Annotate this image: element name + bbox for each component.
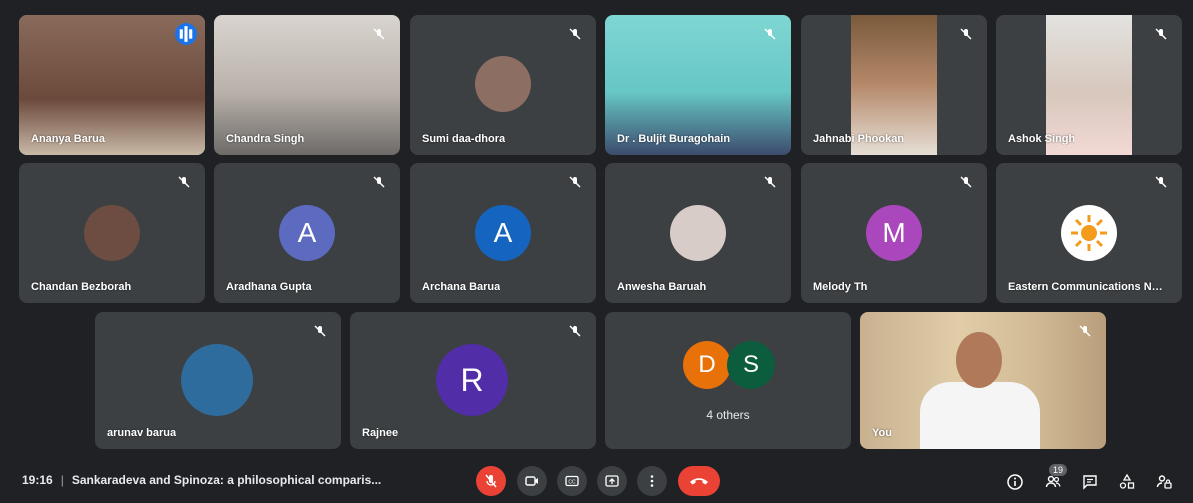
meeting-details-button[interactable] bbox=[1003, 470, 1027, 494]
participant-name: Ashok Singh bbox=[1008, 133, 1076, 145]
participant-tile[interactable]: arunav barua bbox=[95, 312, 341, 449]
participant-tile[interactable]: Dr . Buljit Buragohain bbox=[605, 15, 791, 155]
others-label: 4 others bbox=[706, 408, 750, 422]
sun-logo-icon bbox=[1071, 215, 1107, 251]
mic-off-icon bbox=[564, 23, 586, 45]
participant-tile[interactable]: Anwesha Baruah bbox=[605, 163, 791, 303]
participant-head bbox=[956, 332, 1002, 388]
present-button[interactable] bbox=[597, 466, 627, 496]
participant-tile[interactable]: Sumi daa-dhora bbox=[410, 15, 596, 155]
meeting-separator: | bbox=[60, 473, 64, 487]
meeting-details: 19:16 | Sankaradeva and Spinoza: a philoso… bbox=[22, 473, 381, 487]
participant-avatar: A bbox=[279, 205, 335, 261]
camera-toggle-button[interactable] bbox=[517, 466, 547, 496]
people-count-badge: 19 bbox=[1049, 464, 1068, 476]
mic-toggle-button[interactable] bbox=[476, 466, 506, 496]
participant-tile[interactable]: R Rajnee bbox=[350, 312, 596, 449]
mic-off-icon bbox=[485, 474, 497, 488]
info-icon bbox=[1007, 474, 1023, 490]
mic-off-icon bbox=[1150, 23, 1172, 45]
people-button[interactable]: 19 bbox=[1041, 464, 1068, 494]
participant-name: Aradhana Gupta bbox=[226, 281, 312, 293]
mic-off-icon bbox=[309, 320, 331, 342]
more-options-button[interactable] bbox=[637, 466, 667, 496]
participant-avatar bbox=[475, 56, 531, 112]
participant-tile[interactable]: Chandra Singh bbox=[214, 15, 400, 155]
mic-off-icon bbox=[564, 171, 586, 193]
mic-off-icon bbox=[173, 171, 195, 193]
mic-off-icon bbox=[1074, 320, 1096, 342]
meeting-title: Sankaradeva and Spinoza: a philosophical… bbox=[71, 473, 382, 487]
participant-avatar: M bbox=[866, 205, 922, 261]
present-icon bbox=[605, 475, 619, 487]
participant-name: Eastern Communications Net... bbox=[1008, 281, 1167, 293]
participant-avatar bbox=[670, 205, 726, 261]
mic-off-icon bbox=[368, 23, 390, 45]
participant-name: Archana Barua bbox=[422, 281, 501, 293]
captions-button[interactable]: CC bbox=[557, 466, 587, 496]
mic-off-icon bbox=[368, 171, 390, 193]
mic-off-icon bbox=[1150, 171, 1172, 193]
participant-avatar: A bbox=[475, 205, 531, 261]
camera-icon bbox=[525, 476, 538, 486]
participant-tile[interactable]: M Melody Th bbox=[801, 163, 987, 303]
participant-name: Chandra Singh bbox=[226, 133, 305, 145]
host-controls-button[interactable] bbox=[1152, 470, 1176, 494]
lock-person-icon bbox=[1156, 475, 1172, 489]
participant-name: Ananya Barua bbox=[31, 133, 105, 145]
participant-name: Chandan Bezborah bbox=[31, 281, 132, 293]
participant-body bbox=[920, 382, 1040, 449]
participant-tile[interactable]: A Archana Barua bbox=[410, 163, 596, 303]
mic-off-icon bbox=[955, 171, 977, 193]
participant-name: Dr . Buljit Buragohain bbox=[617, 133, 731, 145]
mic-off-icon bbox=[759, 23, 781, 45]
participant-name: Sumi daa-dhora bbox=[422, 133, 506, 145]
participant-tile[interactable]: You bbox=[860, 312, 1106, 449]
participant-avatar bbox=[1061, 205, 1117, 261]
more-vertical-icon bbox=[650, 475, 654, 487]
hang-up-icon bbox=[690, 478, 708, 485]
meeting-time: 19:16 bbox=[22, 473, 53, 487]
participant-avatar: R bbox=[436, 344, 508, 416]
participant-name: Melody Th bbox=[813, 281, 868, 293]
participant-name: arunav barua bbox=[107, 427, 177, 439]
participant-name: Rajnee bbox=[362, 427, 399, 439]
mic-off-icon bbox=[564, 320, 586, 342]
participant-avatar bbox=[181, 344, 253, 416]
mic-off-icon bbox=[955, 23, 977, 45]
participant-tile[interactable]: Jahnabi Phookan bbox=[801, 15, 987, 155]
activities-icon bbox=[1119, 473, 1135, 489]
participant-tile[interactable]: Chandan Bezborah bbox=[19, 163, 205, 303]
participant-tile[interactable]: A Aradhana Gupta bbox=[214, 163, 400, 303]
participant-tile[interactable]: Ananya Barua bbox=[19, 15, 205, 155]
captions-icon: CC bbox=[565, 475, 579, 487]
mic-off-icon bbox=[759, 171, 781, 193]
leave-call-button[interactable] bbox=[678, 466, 720, 496]
participant-avatar bbox=[84, 205, 140, 261]
participant-name: Jahnabi Phookan bbox=[813, 133, 905, 145]
participant-tile[interactable]: Ashok Singh bbox=[996, 15, 1182, 155]
chat-icon bbox=[1083, 475, 1097, 490]
participant-name: You bbox=[872, 427, 892, 439]
svg-text:CC: CC bbox=[568, 480, 576, 486]
chat-button[interactable] bbox=[1078, 470, 1102, 494]
participant-avatar: D bbox=[683, 341, 731, 389]
participant-avatar: S bbox=[727, 341, 775, 389]
speaking-indicator-icon bbox=[175, 23, 197, 45]
activities-button[interactable] bbox=[1115, 470, 1139, 494]
participant-tile[interactable]: Eastern Communications Net... bbox=[996, 163, 1182, 303]
others-tile[interactable]: D S 4 others bbox=[605, 312, 851, 449]
participant-name: Anwesha Baruah bbox=[617, 281, 707, 293]
